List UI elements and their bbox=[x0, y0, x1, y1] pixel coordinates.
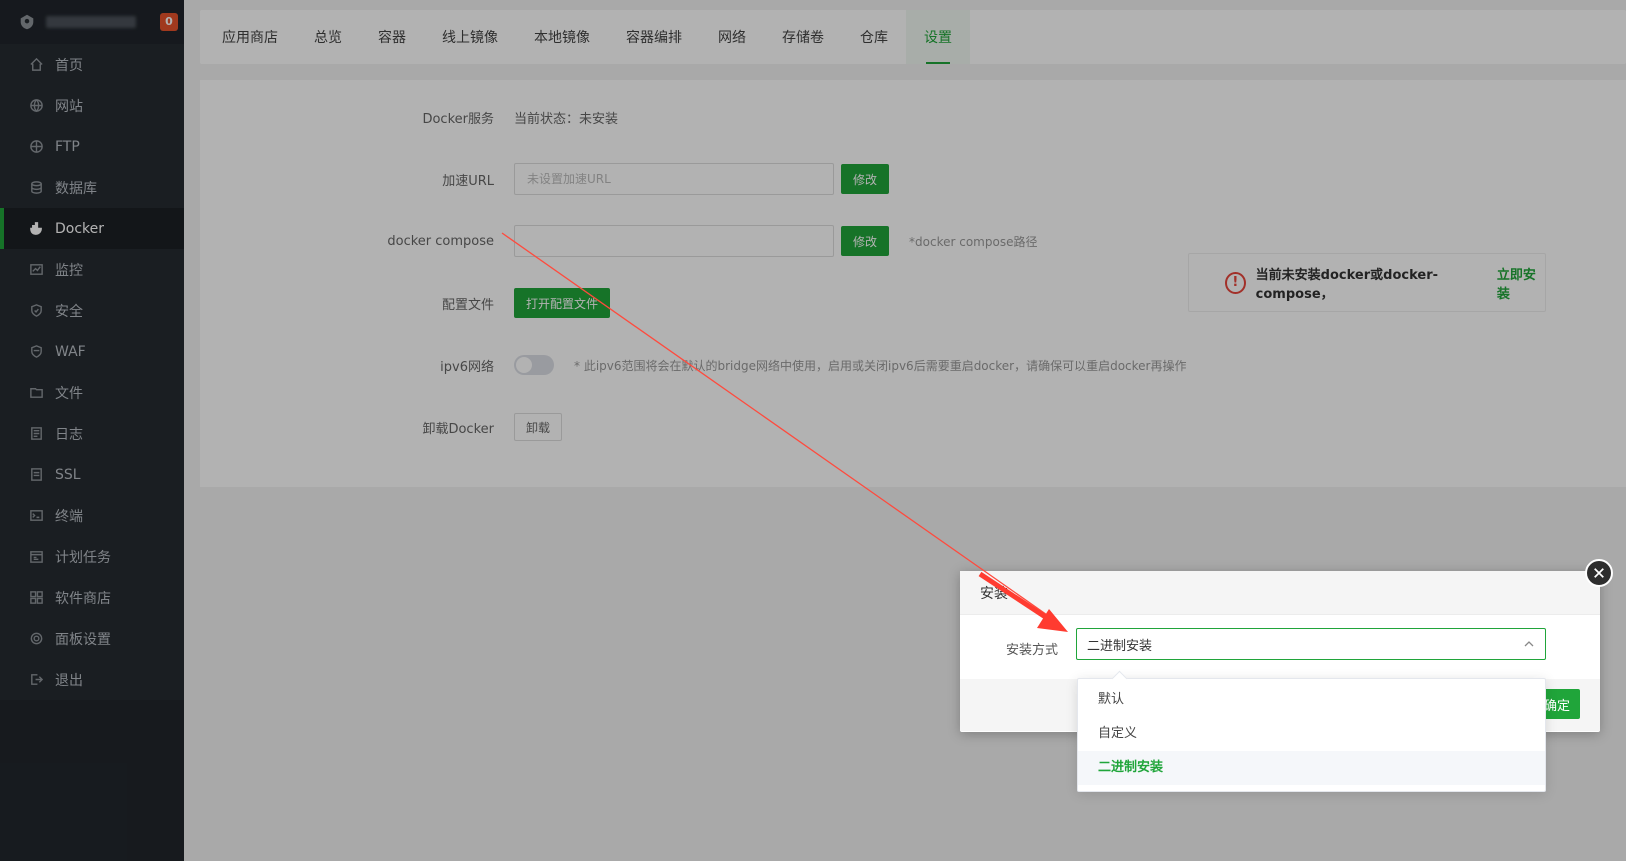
install-method-value: 二进制安装 bbox=[1087, 638, 1153, 654]
dialog-body: 安装方式 二进制安装 bbox=[960, 615, 1600, 679]
dropdown-option[interactable]: 默认 bbox=[1078, 683, 1545, 717]
dialog-title: 安装 bbox=[960, 571, 1600, 615]
install-method-dropdown: 默认 自定义 二进制安装 bbox=[1077, 678, 1546, 792]
close-icon[interactable] bbox=[1585, 559, 1613, 587]
install-method-label: 安装方式 bbox=[1006, 643, 1059, 658]
dropdown-option[interactable]: 自定义 bbox=[1078, 717, 1545, 751]
chevron-up-icon bbox=[1523, 638, 1535, 650]
install-method-select[interactable]: 二进制安装 bbox=[1076, 628, 1546, 660]
dropdown-option[interactable]: 二进制安装 bbox=[1078, 751, 1545, 785]
